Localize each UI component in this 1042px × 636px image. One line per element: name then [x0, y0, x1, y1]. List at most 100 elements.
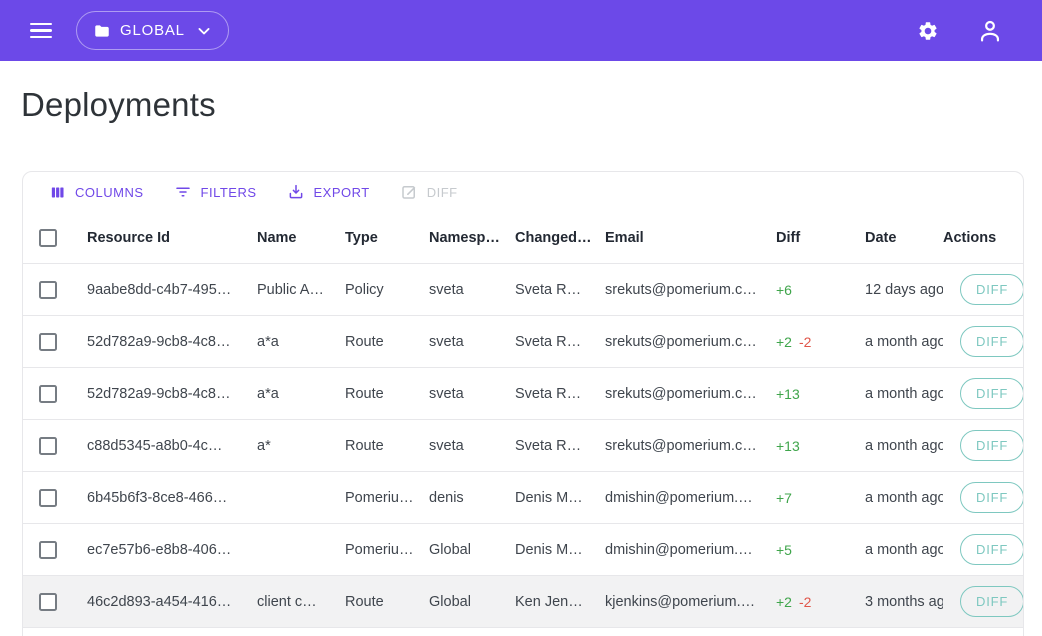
cell-email: dmishin@pomerium.…	[605, 542, 776, 558]
cell-email: srekuts@pomerium.c…	[605, 386, 776, 402]
export-button[interactable]: EXPORT	[279, 177, 378, 207]
diff-additions: +13	[776, 386, 800, 402]
cell-date: 3 months ago	[865, 594, 943, 610]
cell-actions: DIFF	[943, 482, 1023, 513]
row-diff-button[interactable]: DIFF	[960, 378, 1023, 409]
row-checkbox[interactable]	[39, 489, 57, 507]
cell-email: dmishin@pomerium.…	[605, 490, 776, 506]
cell-type: Route	[345, 438, 429, 454]
cell-diff: +7	[776, 490, 865, 506]
diff-toolbar-button-label: DIFF	[427, 185, 458, 200]
table-row[interactable]: ec7e57b6-e8b8-406… Pomeriu… Global Denis…	[23, 524, 1023, 576]
column-header-diff[interactable]: Diff	[776, 230, 865, 246]
cell-namespace: denis	[429, 490, 515, 506]
cell-email: srekuts@pomerium.c…	[605, 334, 776, 350]
table-row[interactable]: 6b45b6f3-8ce8-466… Pomeriu… denis Denis …	[23, 472, 1023, 524]
cell-resource-id: 6b45b6f3-8ce8-466…	[87, 490, 257, 506]
cell-actions: DIFF	[943, 586, 1023, 617]
filter-icon	[174, 183, 192, 201]
row-diff-button[interactable]: DIFF	[960, 274, 1023, 305]
cell-type: Pomeriu…	[345, 490, 429, 506]
cell-date: a month ago	[865, 334, 943, 350]
columns-icon	[49, 184, 66, 201]
cell-name: a*	[257, 438, 345, 454]
cell-type: Policy	[345, 282, 429, 298]
cell-diff: +2 -2	[776, 334, 865, 350]
person-icon	[976, 17, 1004, 45]
table-row[interactable]: 9aabe8dd-c4b7-495… Public A… Policy svet…	[23, 264, 1023, 316]
cell-changed-by: Sveta R…	[515, 282, 605, 298]
table-header-row: Resource IdNameTypeNamesp…Changed…EmailD…	[23, 212, 1023, 264]
cell-namespace: Global	[429, 542, 515, 558]
cell-type: Route	[345, 386, 429, 402]
export-button-label: EXPORT	[314, 185, 370, 200]
row-diff-button[interactable]: DIFF	[960, 430, 1023, 461]
cell-name: Public A…	[257, 282, 345, 298]
row-checkbox[interactable]	[39, 541, 57, 559]
cell-changed-by: Ken Jen…	[515, 594, 605, 610]
cell-name: a*a	[257, 386, 345, 402]
row-checkbox[interactable]	[39, 385, 57, 403]
diff-additions: +13	[776, 438, 800, 454]
row-diff-button[interactable]: DIFF	[960, 586, 1023, 617]
row-diff-button[interactable]: DIFF	[960, 482, 1023, 513]
cell-resource-id: 52d782a9-9cb8-4c8…	[87, 334, 257, 350]
cell-name: a*a	[257, 334, 345, 350]
table-row[interactable]: 46c2d893-a454-416… client c… Route Globa…	[23, 576, 1023, 628]
cell-type: Pomeriu…	[345, 542, 429, 558]
page-title: Deployments	[21, 86, 1042, 123]
column-header-email[interactable]: Email	[605, 230, 776, 246]
namespace-selector[interactable]: GLOBAL	[76, 11, 229, 50]
account-button[interactable]	[968, 9, 1012, 53]
row-checkbox[interactable]	[39, 281, 57, 299]
cell-diff: +2 -2	[776, 594, 865, 610]
column-header-type[interactable]: Type	[345, 230, 429, 246]
diff-additions: +2	[776, 594, 792, 610]
filters-button[interactable]: FILTERS	[166, 177, 265, 207]
column-header-date[interactable]: Date	[865, 230, 943, 246]
row-checkbox[interactable]	[39, 593, 57, 611]
table-row[interactable]: 52d782a9-9cb8-4c8… a*a Route sveta Sveta…	[23, 368, 1023, 420]
cell-diff: +5	[776, 542, 865, 558]
columns-button[interactable]: COLUMNS	[41, 178, 152, 207]
folder-icon	[93, 22, 111, 40]
column-header-name[interactable]: Name	[257, 230, 345, 246]
filters-button-label: FILTERS	[201, 185, 257, 200]
select-all-checkbox[interactable]	[39, 229, 57, 247]
row-diff-button[interactable]: DIFF	[960, 326, 1023, 357]
row-checkbox[interactable]	[39, 333, 57, 351]
chevron-down-icon	[194, 21, 214, 41]
diff-additions: +7	[776, 490, 792, 506]
hamburger-menu-button[interactable]	[19, 9, 63, 53]
cell-email: srekuts@pomerium.c…	[605, 282, 776, 298]
row-diff-button[interactable]: DIFF	[960, 534, 1023, 565]
column-header-actions[interactable]: Actions	[943, 230, 1023, 246]
diff-additions: +5	[776, 542, 792, 558]
cell-actions: DIFF	[943, 378, 1023, 409]
namespace-selector-label: GLOBAL	[120, 22, 185, 39]
download-icon	[287, 183, 305, 201]
cell-email: srekuts@pomerium.c…	[605, 438, 776, 454]
cell-diff: +13	[776, 438, 865, 454]
app-bar: GLOBAL	[0, 0, 1042, 61]
column-header-resource-id[interactable]: Resource Id	[87, 230, 257, 246]
cell-changed-by: Sveta R…	[515, 334, 605, 350]
cell-namespace: Global	[429, 594, 515, 610]
cell-date: 12 days ago	[865, 282, 943, 298]
diff-deletions: -2	[799, 594, 811, 610]
column-header-changed[interactable]: Changed…	[515, 230, 605, 246]
hamburger-icon	[30, 23, 52, 39]
table-row[interactable]: c88d5345-a8b0-4c… a* Route sveta Sveta R…	[23, 420, 1023, 472]
cell-namespace: sveta	[429, 334, 515, 350]
table-body: 9aabe8dd-c4b7-495… Public A… Policy svet…	[23, 264, 1023, 628]
cell-resource-id: 9aabe8dd-c4b7-495…	[87, 282, 257, 298]
column-header-namesp[interactable]: Namesp…	[429, 230, 515, 246]
cell-changed-by: Denis M…	[515, 490, 605, 506]
cell-date: a month ago	[865, 386, 943, 402]
cell-email: kjenkins@pomerium.…	[605, 594, 776, 610]
row-checkbox[interactable]	[39, 437, 57, 455]
settings-button[interactable]	[906, 9, 950, 53]
table-row[interactable]: 52d782a9-9cb8-4c8… a*a Route sveta Sveta…	[23, 316, 1023, 368]
cell-actions: DIFF	[943, 430, 1023, 461]
columns-button-label: COLUMNS	[75, 185, 144, 200]
